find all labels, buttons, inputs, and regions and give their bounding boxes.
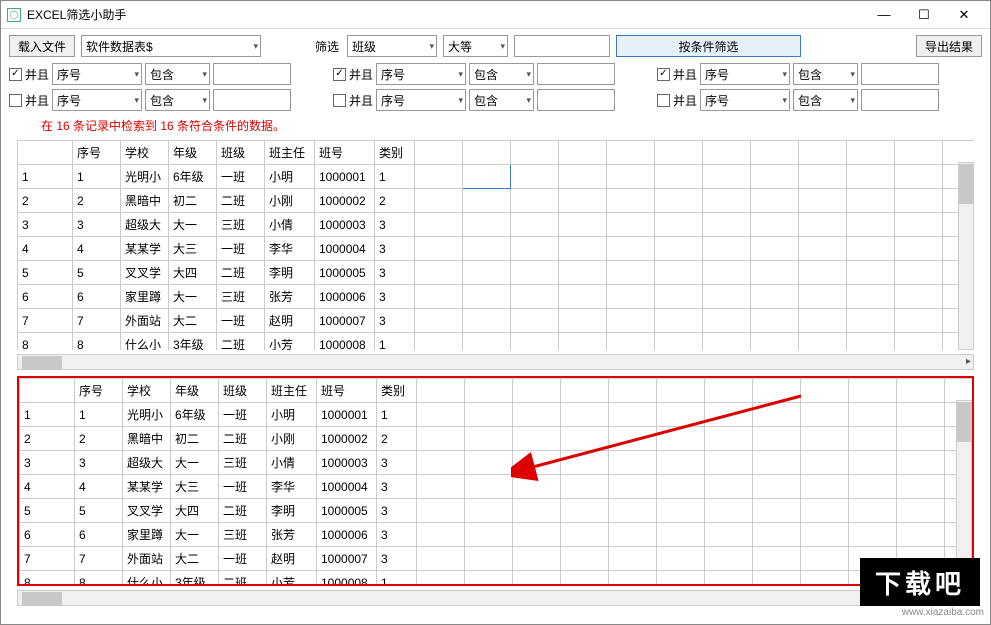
column-header[interactable]: 年级	[171, 379, 219, 403]
value-input-2b[interactable]	[537, 89, 615, 111]
and-checkbox-2c[interactable]	[657, 94, 670, 107]
table-row[interactable]: 44某某学大三一班李华10000043	[18, 237, 975, 261]
table-row[interactable]: 66家里蹲大一三班张芳10000063	[20, 523, 975, 547]
op-combo-1c[interactable]: 包含▾	[793, 63, 858, 85]
and-checkbox-1b[interactable]	[333, 68, 346, 81]
column-header[interactable]: 班主任	[267, 379, 317, 403]
status-text: 在 16 条记录中检索到 16 条符合条件的数据。	[1, 113, 990, 140]
titlebar: ◯ EXCEL筛选小助手 — ☐ ✕	[1, 1, 990, 29]
field-combo-1c[interactable]: 序号▾	[700, 63, 790, 85]
table-row[interactable]: 77外面站大二一班赵明10000073	[20, 547, 975, 571]
download-banner: 下载吧	[860, 558, 980, 606]
result-grid[interactable]: 序号学校年级班级班主任班号类别11光明小6年级一班小明1000001122黑暗中…	[17, 376, 974, 586]
grid1-vscroll[interactable]	[958, 162, 974, 350]
column-header[interactable]: 序号	[73, 141, 121, 165]
load-file-button[interactable]: 载入文件	[9, 35, 75, 57]
table-row[interactable]: 11光明小6年级一班小明10000011	[18, 165, 975, 189]
value-input-1b[interactable]	[537, 63, 615, 85]
column-header[interactable]: 学校	[123, 379, 171, 403]
grid2-hscroll[interactable]: ▸	[17, 590, 974, 606]
and-checkbox-2b[interactable]	[333, 94, 346, 107]
value-input-2a[interactable]	[213, 89, 291, 111]
table-row[interactable]: 33超级大大一三班小倩10000033	[20, 451, 975, 475]
compare-op-combo[interactable]: 大等▾	[443, 35, 508, 57]
op-combo-1a[interactable]: 包含▾	[145, 63, 210, 85]
column-header[interactable]: 类别	[377, 379, 417, 403]
and-checkbox-1c[interactable]	[657, 68, 670, 81]
table-row[interactable]: 88什么小3年级二班小芳10000081	[20, 571, 975, 587]
close-button[interactable]: ✕	[944, 3, 984, 27]
export-button[interactable]: 导出结果	[916, 35, 982, 57]
apply-filter-button[interactable]: 按条件筛选	[616, 35, 801, 57]
filter-value-input[interactable]	[514, 35, 610, 57]
op-combo-2a[interactable]: 包含▾	[145, 89, 210, 111]
window-title: EXCEL筛选小助手	[27, 6, 864, 23]
field-combo-2c[interactable]: 序号▾	[700, 89, 790, 111]
column-header[interactable]: 班号	[317, 379, 377, 403]
app-icon: ◯	[7, 8, 21, 22]
field-combo-2a[interactable]: 序号▾	[52, 89, 142, 111]
field-combo-1b[interactable]: 序号▾	[376, 63, 466, 85]
table-row[interactable]: 55叉叉学大四二班李明10000053	[20, 499, 975, 523]
column-header[interactable]: 序号	[75, 379, 123, 403]
table-row[interactable]: 88什么小3年级二班小芳10000081	[18, 333, 975, 351]
watermark: www.xiazaiba.com	[902, 607, 984, 618]
minimize-button[interactable]: —	[864, 3, 904, 27]
value-input-1a[interactable]	[213, 63, 291, 85]
op-combo-1b[interactable]: 包含▾	[469, 63, 534, 85]
column-header[interactable]: 班级	[219, 379, 267, 403]
field-combo-2b[interactable]: 序号▾	[376, 89, 466, 111]
column-header[interactable]: 班级	[217, 141, 265, 165]
table-row[interactable]: 66家里蹲大一三班张芳10000063	[18, 285, 975, 309]
maximize-button[interactable]: ☐	[904, 3, 944, 27]
filter-field-combo[interactable]: 班级▾	[347, 35, 437, 57]
column-header[interactable]: 学校	[121, 141, 169, 165]
table-row[interactable]: 33超级大大一三班小倩10000033	[18, 213, 975, 237]
table-row[interactable]: 11光明小6年级一班小明10000011	[20, 403, 975, 427]
op-combo-2c[interactable]: 包含▾	[793, 89, 858, 111]
table-row[interactable]: 44某某学大三一班李华10000043	[20, 475, 975, 499]
table-row[interactable]: 77外面站大二一班赵明10000073	[18, 309, 975, 333]
table-row[interactable]: 22黑暗中初二二班小刚10000022	[20, 427, 975, 451]
condition-row-1: 并且 序号▾ 包含▾ 并且 序号▾ 包含▾ 并且 序号▾ 包含▾	[1, 61, 990, 87]
and-checkbox-1a[interactable]	[9, 68, 22, 81]
table-row[interactable]: 22黑暗中初二二班小刚10000022	[18, 189, 975, 213]
column-header[interactable]: 班号	[315, 141, 375, 165]
column-header[interactable]: 类别	[375, 141, 415, 165]
and-checkbox-2a[interactable]	[9, 94, 22, 107]
filter-label: 筛选	[313, 38, 341, 55]
value-input-1c[interactable]	[861, 63, 939, 85]
grid1-hscroll[interactable]: ▸	[17, 354, 974, 370]
value-input-2c[interactable]	[861, 89, 939, 111]
op-combo-2b[interactable]: 包含▾	[469, 89, 534, 111]
table-row[interactable]: 55叉叉学大四二班李明10000053	[18, 261, 975, 285]
main-toolbar: 载入文件 软件数据表$▾ 筛选 班级▾ 大等▾ 按条件筛选 导出结果	[1, 29, 990, 61]
field-combo-1a[interactable]: 序号▾	[52, 63, 142, 85]
datasource-combo[interactable]: 软件数据表$▾	[81, 35, 261, 57]
column-header[interactable]: 班主任	[265, 141, 315, 165]
condition-row-2: 并且 序号▾ 包含▾ 并且 序号▾ 包含▾ 并且 序号▾ 包含▾	[1, 87, 990, 113]
column-header[interactable]: 年级	[169, 141, 217, 165]
grid2-vscroll[interactable]	[956, 400, 972, 584]
source-grid[interactable]: 序号学校年级班级班主任班号类别11光明小6年级一班小明1000001122黑暗中…	[17, 140, 974, 350]
